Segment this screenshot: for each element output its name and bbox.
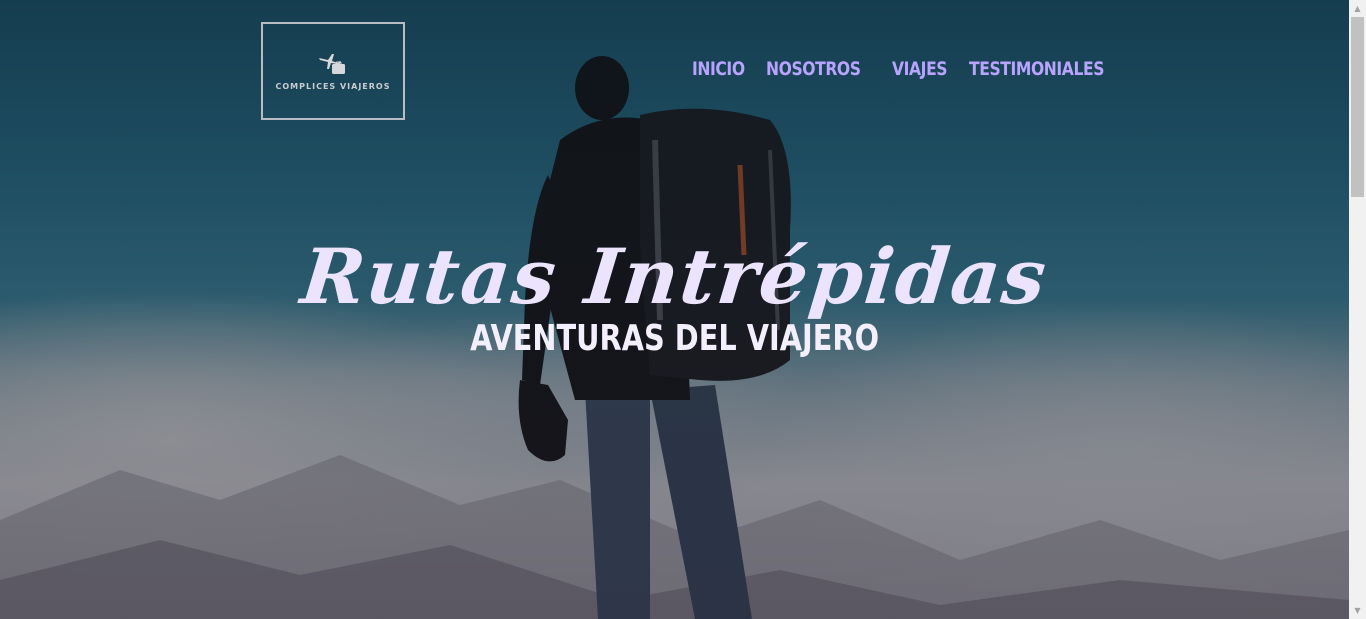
brand-name: COMPLICES VIAJEROS [275,81,391,91]
hero-subtitle: AVENTURAS DEL VIAJERO [0,318,1349,359]
vertical-scrollbar[interactable]: ▲ ▼ [1349,0,1366,619]
browser-viewport: COMPLICES VIAJEROS INICIO NOSOTROS VIAJE… [0,0,1366,619]
hero-subtitle-text: AVENTURAS DEL VIAJERO [470,318,879,359]
nav-item-nosotros[interactable]: NOSOTROS [766,58,861,80]
hero-section: COMPLICES VIAJEROS INICIO NOSOTROS VIAJE… [0,0,1349,619]
scroll-up-arrow-icon[interactable]: ▲ [1349,0,1366,17]
main-nav: INICIO NOSOTROS VIAJES TESTIMONIALES [692,58,1119,80]
site-logo[interactable]: COMPLICES VIAJEROS [261,22,405,120]
scrollbar-thumb[interactable] [1351,17,1364,197]
plane-suitcase-icon [319,53,345,74]
nav-item-viajes[interactable]: VIAJES [892,58,948,80]
nav-item-testimoniales[interactable]: TESTIMONIALES [969,58,1104,80]
hero-title: Rutas Intrépidas [297,232,1052,321]
nav-item-inicio[interactable]: INICIO [692,58,745,80]
scroll-down-arrow-icon[interactable]: ▼ [1349,602,1366,619]
